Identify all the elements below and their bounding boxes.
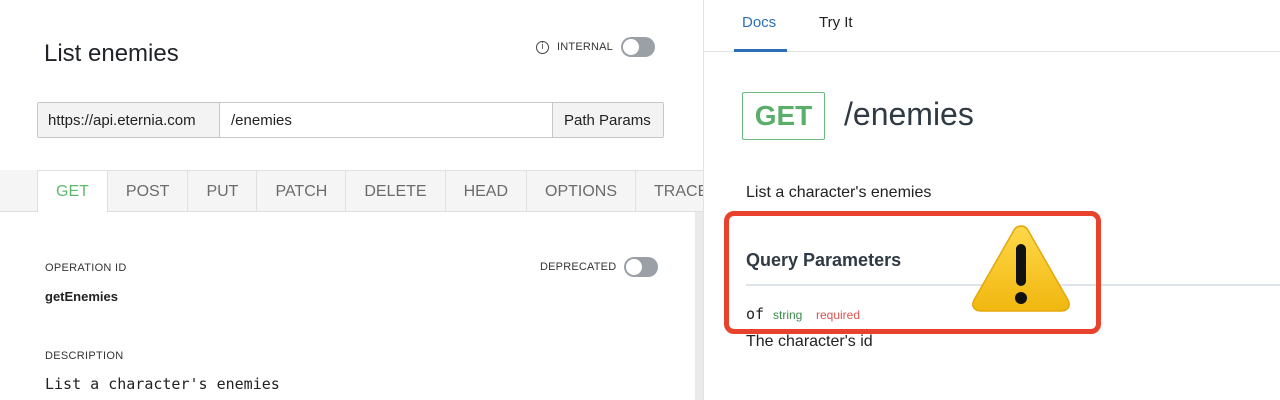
tab-post[interactable]: POST xyxy=(107,170,189,212)
scrollbar[interactable] xyxy=(695,212,703,400)
endpoint-path: /enemies xyxy=(844,96,974,132)
internal-toggle[interactable] xyxy=(621,37,655,57)
deprecated-label: DEPRECATED xyxy=(540,261,617,273)
operation-id-label: OPERATION ID xyxy=(45,262,127,274)
internal-label: INTERNAL xyxy=(557,41,613,53)
method-tabs: GET POST PUT PATCH DELETE HEAD OPTIONS T… xyxy=(37,170,728,213)
active-tab-indicator xyxy=(734,49,787,52)
tab-try-it[interactable]: Try It xyxy=(819,14,853,31)
deprecated-toggle[interactable] xyxy=(624,257,659,277)
url-bar: https://api.eternia.com Path Params xyxy=(37,102,664,138)
tab-delete[interactable]: DELETE xyxy=(346,170,446,212)
method-badge: GET xyxy=(742,92,825,140)
tab-put[interactable]: PUT xyxy=(188,170,258,212)
warning-icon xyxy=(972,225,1070,312)
internal-toggle-group: i INTERNAL xyxy=(536,37,655,57)
path-input[interactable] xyxy=(220,103,552,137)
description-label: DESCRIPTION xyxy=(45,350,124,362)
tab-patch[interactable]: PATCH xyxy=(257,170,347,212)
page-title: List enemies xyxy=(44,40,179,67)
operation-description: List a character's enemies xyxy=(746,184,932,201)
info-icon: i xyxy=(536,40,549,54)
docs-panel: Docs Try It GET /enemies List a characte… xyxy=(704,0,1280,400)
tab-head[interactable]: HEAD xyxy=(445,170,528,212)
tab-options[interactable]: OPTIONS xyxy=(527,170,637,212)
docs-tabs: Docs Try It xyxy=(704,0,1280,52)
server-base-url[interactable]: https://api.eternia.com xyxy=(38,103,220,137)
operation-id-value[interactable]: getEnemies xyxy=(45,289,118,304)
deprecated-toggle-group: DEPRECATED xyxy=(540,257,659,277)
tab-docs[interactable]: Docs xyxy=(742,14,776,31)
param-description: The character's id xyxy=(746,333,873,350)
path-params-button[interactable]: Path Params xyxy=(552,103,663,137)
editor-panel: List enemies i INTERNAL https://api.eter… xyxy=(0,0,728,400)
tab-get[interactable]: GET xyxy=(37,170,108,213)
description-field[interactable]: List a character's enemies xyxy=(45,375,280,393)
